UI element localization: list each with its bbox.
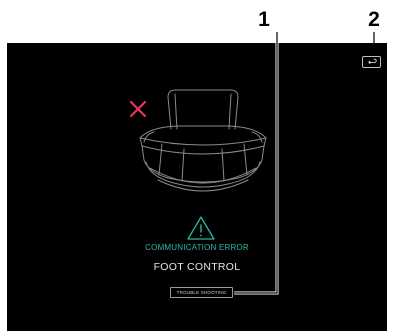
foot-control-illustration [139, 89, 267, 192]
troubleshooting-button[interactable]: TROUBLE SHOOTING [170, 287, 233, 298]
x-icon [129, 100, 147, 118]
back-button[interactable] [362, 56, 381, 68]
callout-number-1: 1 [258, 8, 270, 31]
warning-triangle-icon [187, 216, 215, 240]
return-arrow-icon [368, 58, 377, 65]
error-subtitle: FOOT CONTROL [153, 261, 241, 273]
error-title: COMMUNICATION ERROR [145, 243, 249, 252]
callout-number-2: 2 [368, 8, 380, 31]
